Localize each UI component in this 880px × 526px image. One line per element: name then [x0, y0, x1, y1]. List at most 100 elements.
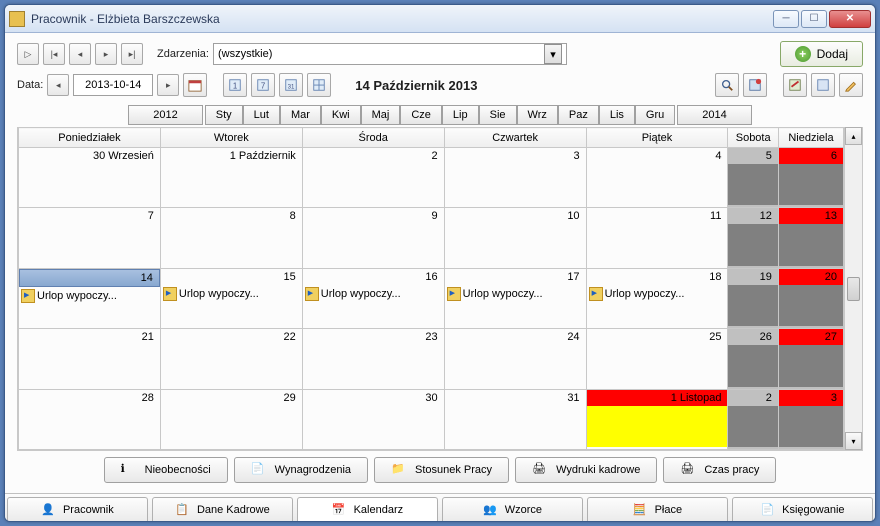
month-button-paz[interactable]: Paz — [558, 105, 599, 125]
calendar-cell[interactable]: 30 — [302, 389, 444, 449]
day-number: 18 — [587, 269, 728, 285]
view-7-button[interactable]: 7 — [251, 73, 275, 97]
calendar-cell[interactable]: 18 Urlop wypoczy... — [586, 268, 728, 328]
nav-first-button[interactable]: |◂ — [43, 43, 65, 65]
bottom-button-3[interactable]: 🖨Wydruki kadrowe — [515, 457, 657, 483]
bottom-button-0[interactable]: ℹNieobecności — [104, 457, 228, 483]
month-button-lut[interactable]: Lut — [243, 105, 280, 125]
maximize-button[interactable]: ☐ — [801, 10, 827, 28]
calendar-cell[interactable]: 10 — [444, 208, 586, 268]
month-button-sty[interactable]: Sty — [205, 105, 243, 125]
nav-prev-button[interactable]: ◂ — [69, 43, 91, 65]
action-1-button[interactable] — [743, 73, 767, 97]
calendar-cell[interactable]: 14Urlop wypoczy... — [19, 268, 161, 328]
calendar-cell[interactable]: 29 — [160, 389, 302, 449]
calendar-cell[interactable]: 11 — [586, 208, 728, 268]
calendar-cell[interactable]: 25 — [586, 329, 728, 389]
calendar-cell[interactable]: 24 — [444, 329, 586, 389]
action-2-button[interactable] — [783, 73, 807, 97]
tab-kalendarz[interactable]: 📅Kalendarz — [297, 497, 438, 521]
tab-icon: 📄 — [760, 503, 774, 516]
close-button[interactable]: ✕ — [829, 10, 871, 28]
calendar-cell[interactable]: 21 — [19, 329, 161, 389]
calendar-event[interactable]: Urlop wypoczy... — [445, 287, 586, 301]
calendar-event[interactable]: Urlop wypoczy... — [303, 287, 444, 301]
calendar-cell[interactable]: 3 — [444, 148, 586, 208]
calendar-cell[interactable]: 17Urlop wypoczy... — [444, 268, 586, 328]
calendar-cell[interactable]: 13 — [778, 208, 843, 268]
calendar-cell[interactable]: 20 — [778, 268, 843, 328]
scroll-thumb[interactable] — [847, 277, 860, 301]
bottom-button-1[interactable]: 📄Wynagrodzenia — [234, 457, 368, 483]
month-button-gru[interactable]: Gru — [635, 105, 675, 125]
calendar-cell[interactable]: 1 Listopad — [586, 389, 728, 449]
day-number: 29 — [161, 390, 302, 406]
tab-wzorce[interactable]: 👥Wzorce — [442, 497, 583, 521]
month-button-mar[interactable]: Mar — [280, 105, 321, 125]
event-icon — [447, 287, 461, 301]
calendar-cell[interactable]: 30 Wrzesień — [19, 148, 161, 208]
minimize-button[interactable]: ─ — [773, 10, 799, 28]
calendar-cell[interactable]: 7 — [19, 208, 161, 268]
view-1-button[interactable]: 1 — [223, 73, 247, 97]
current-date-title: 14 Październik 2013 — [355, 78, 477, 93]
tab-księgowanie[interactable]: 📄Księgowanie — [732, 497, 873, 521]
calendar-cell[interactable]: 19 — [728, 268, 778, 328]
view-grid-button[interactable] — [307, 73, 331, 97]
calendar-cell[interactable]: 16Urlop wypoczy... — [302, 268, 444, 328]
calendar-cell[interactable]: 12 — [728, 208, 778, 268]
calendar-cell[interactable]: 27 — [778, 329, 843, 389]
calendar-cell[interactable]: 31 — [444, 389, 586, 449]
calendar-event[interactable]: Urlop wypoczy... — [19, 289, 160, 303]
tab-pracownik[interactable]: 👤Pracownik — [7, 497, 148, 521]
add-button[interactable]: + Dodaj — [780, 41, 863, 67]
tab-dane kadrowe[interactable]: 📋Dane Kadrowe — [152, 497, 293, 521]
bottom-button-4[interactable]: 🖨Czas pracy — [663, 457, 776, 483]
view-31-button[interactable]: 31 — [279, 73, 303, 97]
scroll-up-button[interactable]: ▴ — [845, 127, 862, 145]
edit-button[interactable] — [839, 73, 863, 97]
calendar-cell[interactable]: 6 — [778, 148, 843, 208]
calendar-cell[interactable]: 2 — [302, 148, 444, 208]
next-year-button[interactable]: 2014 — [677, 105, 751, 125]
date-prev-button[interactable]: ◂ — [47, 74, 69, 96]
bottom-button-2[interactable]: 📁Stosunek Pracy — [374, 457, 509, 483]
calendar-cell[interactable]: 23 — [302, 329, 444, 389]
month-button-sie[interactable]: Sie — [479, 105, 517, 125]
prev-year-button[interactable]: 2012 — [128, 105, 202, 125]
vertical-scrollbar[interactable]: ▴ ▾ — [844, 127, 862, 450]
month-button-cze[interactable]: Cze — [400, 105, 442, 125]
calendar-cell[interactable]: 4 — [586, 148, 728, 208]
month-button-lip[interactable]: Lip — [442, 105, 479, 125]
calendar-cell[interactable]: 1 Październik — [160, 148, 302, 208]
calendar-cell[interactable]: 15Urlop wypoczy... — [160, 268, 302, 328]
combo-dropdown-button[interactable]: ▾ — [544, 44, 562, 64]
calendar-cell[interactable]: 22 — [160, 329, 302, 389]
calendar-cell[interactable]: 5 — [728, 148, 778, 208]
calendar-cell[interactable]: 28 — [19, 389, 161, 449]
calendar-cell[interactable]: 26 — [728, 329, 778, 389]
month-button-lis[interactable]: Lis — [599, 105, 635, 125]
app-icon — [9, 11, 25, 27]
date-input[interactable] — [73, 74, 153, 96]
button-icon: 📁 — [391, 462, 407, 478]
calendar-event[interactable]: Urlop wypoczy... — [587, 287, 728, 301]
calendar-cell[interactable]: 9 — [302, 208, 444, 268]
month-button-kwi[interactable]: Kwi — [321, 105, 361, 125]
calendar-event[interactable]: Urlop wypoczy... — [161, 287, 302, 301]
nav-next-button[interactable]: ▸ — [95, 43, 117, 65]
scroll-down-button[interactable]: ▾ — [845, 432, 862, 450]
calendar-cell[interactable]: 8 — [160, 208, 302, 268]
month-button-maj[interactable]: Maj — [361, 105, 401, 125]
calendar-picker-button[interactable] — [183, 73, 207, 97]
nav-last-button[interactable]: ▸| — [121, 43, 143, 65]
tab-płace[interactable]: 🧮Płace — [587, 497, 728, 521]
calendar-cell[interactable]: 2 — [728, 389, 778, 449]
nav-play-button[interactable]: ▷ — [17, 43, 39, 65]
action-3-button[interactable] — [811, 73, 835, 97]
date-next-button[interactable]: ▸ — [157, 74, 179, 96]
calendar-cell[interactable]: 3 — [778, 389, 843, 449]
month-button-wrz[interactable]: Wrz — [517, 105, 558, 125]
search-button[interactable] — [715, 73, 739, 97]
events-filter-combo[interactable]: (wszystkie) ▾ — [213, 43, 567, 65]
